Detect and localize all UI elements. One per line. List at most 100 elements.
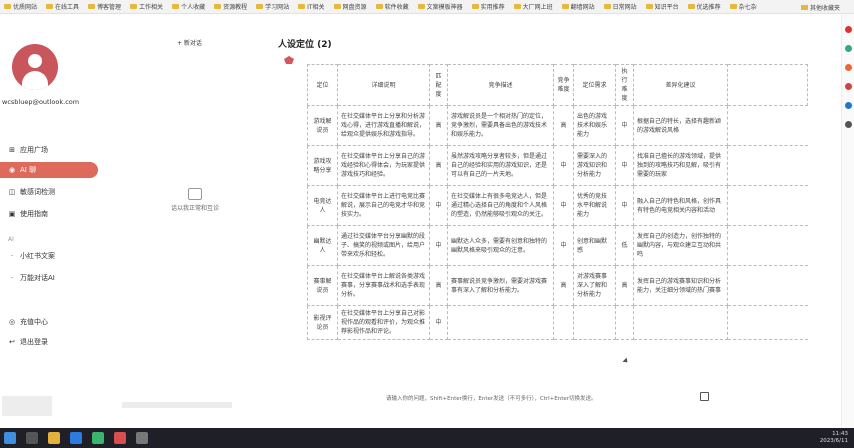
cell-position: 幽默达人 [307, 225, 338, 266]
bookmark-item[interactable]: 工作相关 [130, 2, 163, 11]
empty-conversation-panel: 话以我正常和互诊 [160, 188, 230, 212]
table-header-row: 定位 详细说明 匹配度 竞争描述 竞争难度 定位需求 执行难度 差异化建议 [307, 64, 808, 106]
cell-exec-difficulty: 中 [615, 105, 634, 146]
header-requirement: 定位需求 [573, 64, 616, 106]
extension-icon[interactable] [844, 64, 852, 71]
cell-exec-difficulty: 中 [615, 185, 634, 226]
dot-icon: · [10, 252, 14, 260]
cell-competition [447, 305, 554, 340]
cell-requirement: 创意和幽默感 [573, 225, 616, 266]
cell-detail: 在社交媒体平台上进行电竞比赛解说，展示自己的电竞才华和竞技实力。 [337, 185, 430, 226]
cell-competition: 幽默达人众多，需要有创意和独特的幽默风格来吸引观众的注意。 [447, 225, 554, 266]
app-icon[interactable] [136, 432, 148, 444]
bookmark-item[interactable]: 博客管理 [88, 2, 121, 11]
app-icon[interactable] [114, 432, 126, 444]
bookmark-item[interactable]: 日常网站 [603, 2, 637, 11]
bookmark-item[interactable]: 实用推荐 [471, 2, 505, 11]
mouse-cursor [622, 357, 630, 365]
system-tray[interactable]: 11:43 2023/6/11 [820, 431, 848, 445]
cell-competition: 游戏解说员是一个相对热门的定位，竞争激烈，需要具备出色的游戏技术和娱乐能力。 [447, 105, 554, 146]
bookmark-item[interactable]: 知识平台 [645, 2, 679, 11]
bookmark-item[interactable]: 网盘资源 [333, 2, 367, 11]
bot-avatar-icon [284, 56, 294, 64]
table-row: 游戏攻略分享 在社交媒体平台上分享自己的游戏经验和心得体会，为玩家提供游戏技巧和经… [307, 145, 808, 186]
explorer-icon[interactable] [48, 432, 60, 444]
cell-requirement: 对游戏赛事深入了解和分析能力 [573, 265, 616, 306]
cell-match: 中 [429, 305, 448, 340]
taskbar: 11:43 2023/6/11 [0, 428, 854, 448]
bookmark-item[interactable]: 在线工具 [46, 2, 79, 11]
bookmark-item[interactable]: 翻墙网站 [561, 2, 595, 11]
bookmark-item[interactable]: 资源教程 [214, 2, 247, 11]
nav-ai-chat[interactable]: ◉ AI 聊 [0, 162, 98, 178]
extension-icon[interactable] [844, 45, 852, 52]
bookmark-item[interactable]: 优质网站 [4, 2, 37, 11]
new-chat-button[interactable]: + 新对话 [177, 38, 202, 47]
cell-requirement: 出色的游戏技术和娱乐能力 [573, 105, 616, 146]
cell-detail: 在社交媒体平台上分享和分析游戏心得，进行游戏直播和解说，给观众提供娱乐和游戏指导… [337, 105, 430, 146]
header-exec-difficulty: 执行难度 [615, 64, 634, 106]
dot-icon: · [10, 274, 14, 282]
start-icon[interactable] [4, 432, 16, 444]
cell-differentiation [633, 305, 728, 340]
nav-logout[interactable]: ↩ 退出登录 [0, 334, 98, 350]
persona-table: 定位 详细说明 匹配度 竞争描述 竞争难度 定位需求 执行难度 差异化建议 游戏… [307, 64, 808, 340]
search-icon[interactable] [26, 432, 38, 444]
cell-difficulty: 中 [553, 225, 574, 266]
extension-icon[interactable] [844, 121, 852, 128]
chat-icon: ◉ [8, 166, 16, 174]
avatar[interactable] [12, 44, 58, 90]
browser-icon[interactable] [70, 432, 82, 444]
nav-recharge[interactable]: ◎ 充值中心 [0, 314, 98, 330]
bookmark-item[interactable]: IT相关 [298, 2, 325, 11]
cell-detail: 在社交媒体平台上分享自己对影视作品的观看和评价，为观众推荐影视作品和评论。 [337, 305, 430, 340]
folder-icon [298, 4, 306, 9]
cell-filler [727, 225, 808, 266]
bookmark-item[interactable]: 大厂网上班 [513, 2, 553, 11]
bookmark-item[interactable]: 个人收藏 [172, 2, 205, 11]
folder-icon [214, 4, 222, 9]
table-row: 影视评论员 在社交媒体平台上分享自己对影视作品的观看和评价，为观众推荐影视作品和评… [307, 305, 808, 340]
bookmark-item[interactable]: 文案模板神器 [417, 2, 463, 11]
cell-difficulty: 高 [553, 105, 574, 146]
extension-icon[interactable] [844, 26, 852, 33]
cell-position: 赛事解说员 [307, 265, 338, 306]
extension-icon[interactable] [844, 102, 852, 109]
cell-competition: 赛事解说员竞争激烈，需要对游戏赛事有深入了解和分析能力。 [447, 265, 554, 306]
other-bookmarks[interactable]: 其他收藏夹 [800, 3, 840, 12]
cell-match: 高 [429, 145, 448, 186]
header-differentiation: 差异化建议 [633, 64, 728, 106]
cell-differentiation: 发挥自己的创造力，创作独特的幽默内容，与观众建立互动和共鸣 [633, 225, 728, 266]
folder-icon [603, 4, 611, 9]
cell-requirement: 需要深入的游戏知识和分析能力 [573, 145, 616, 186]
wallet-icon: ◎ [8, 318, 16, 326]
bookmark-item[interactable]: 优选推荐 [687, 2, 721, 11]
nav-app-square[interactable]: ⊞ 应用广场 [0, 142, 98, 158]
bookmark-item[interactable]: 学习网站 [256, 2, 289, 11]
bookmark-item[interactable]: 软件收藏 [375, 2, 409, 11]
extension-icon[interactable] [844, 83, 852, 90]
cell-exec-difficulty: 高 [615, 265, 634, 306]
cell-filler [727, 185, 808, 226]
folder-icon [645, 4, 653, 9]
nav-universal-ai[interactable]: · 万能对话AI [0, 270, 98, 286]
table-row: 赛事解说员 在社交媒体平台上解说各类游戏赛事，分享赛事战术和选手表现分析。高赛事解… [307, 265, 808, 306]
cell-requirement: 优秀的竞技水平和解说能力 [573, 185, 616, 226]
cell-filler [727, 145, 808, 186]
section-label: AI [8, 236, 14, 243]
nav-guide[interactable]: ▣ 使用指南 [0, 206, 98, 222]
header-detail: 详细说明 [337, 64, 430, 106]
folder-icon [256, 4, 264, 9]
header-position: 定位 [307, 64, 338, 106]
chrome-icon[interactable] [92, 432, 104, 444]
bookmark-item[interactable]: 杂七杂 [729, 2, 757, 11]
send-icon[interactable] [700, 392, 709, 401]
folder-icon [130, 4, 138, 9]
folder-icon [513, 4, 521, 9]
bookmarks-bar: 优质网站 在线工具 博客管理 工作相关 个人收藏 资源教程 学习网站 IT相关 网盘资源 软件收藏… [0, 0, 854, 14]
nav-sensitive-words[interactable]: ◫ 敏感词检测 [0, 184, 98, 200]
table-row: 电竞达人 在社交媒体平台上进行电竞比赛解说，展示自己的电竞才华和竞技实力。中在社交… [307, 185, 808, 226]
cell-differentiation: 找准自己擅长的游戏领域，提供独到的攻略技巧和见解，吸引有需要的玩家 [633, 145, 728, 186]
cell-difficulty: 中 [553, 145, 574, 186]
nav-xhs-copy[interactable]: · 小红书文案 [0, 248, 98, 264]
